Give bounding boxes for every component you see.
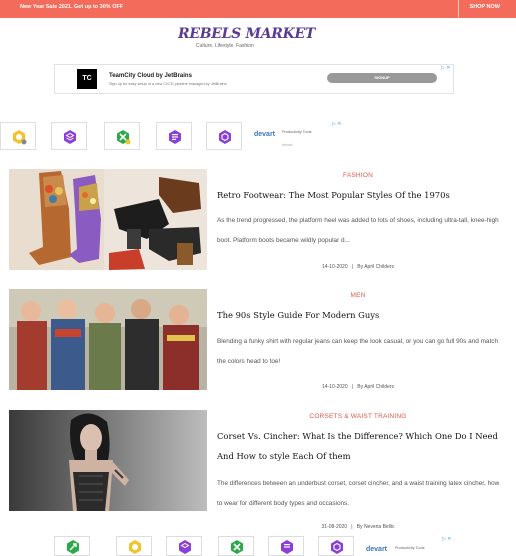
ad-tile[interactable]: [116, 536, 152, 556]
ad-tile[interactable]: [166, 536, 202, 556]
article-excerpt: Blending a funky shirt with regular jean…: [217, 338, 498, 365]
article-date: 14-10-2020: [322, 264, 348, 270]
ad-title: TeamCity Cloud by JetBrains: [109, 73, 192, 79]
article-category[interactable]: MEN: [217, 292, 499, 299]
devart-caption: Productivity Tools: [395, 546, 425, 550]
ad-tile[interactable]: [206, 122, 242, 150]
promo-bar: New Year Sale 2021. Get up to 30% OFF SH…: [0, 0, 516, 18]
devart-subcaption: devart: [282, 143, 293, 147]
adchoices-icon[interactable]: ▷ ✕: [442, 536, 451, 542]
ad-tile[interactable]: [268, 536, 304, 556]
ad-tile[interactable]: [0, 122, 36, 150]
article-date: 14-10-2020: [322, 384, 348, 390]
ad-tile[interactable]: [54, 536, 90, 556]
ad-tile[interactable]: [104, 122, 140, 150]
ad-subtitle: Sign up for easy setup of a new CI/CD pi…: [109, 82, 227, 86]
article-category[interactable]: FASHION: [217, 172, 499, 179]
site-logo[interactable]: REBELS MARKET: [178, 26, 315, 42]
document-stack-icon: [281, 540, 293, 554]
refresh-arrow-icon: [67, 540, 79, 554]
article-author[interactable]: By April Childers: [357, 264, 394, 270]
article-title[interactable]: Retro Footwear: The Most Popular Styles …: [217, 185, 507, 205]
devart-caption: Productivity Tools: [282, 130, 312, 134]
hex-d-icon: [219, 130, 231, 144]
cross-cart-icon: [117, 130, 131, 145]
meta-separator: |: [351, 264, 354, 270]
layers-icon: [64, 130, 76, 144]
article-author[interactable]: By Nevena Bellic: [357, 524, 395, 530]
teamcity-logo-icon: TC: [74, 66, 100, 92]
hex-d-icon: [331, 540, 343, 554]
meta-separator: |: [351, 384, 354, 390]
ad-tile[interactable]: [218, 536, 254, 556]
ad-banner-teamcity[interactable]: TC TeamCity Cloud by JetBrains Sign up f…: [54, 64, 454, 94]
devart-logo: devart: [254, 131, 276, 138]
promo-divider: [458, 0, 459, 18]
site-tagline: Culture. Lifestyle. Fashion: [196, 43, 254, 49]
ad-signup-button[interactable]: SIGNUP: [327, 73, 437, 83]
adchoices-icon[interactable]: ▷ ✕: [332, 121, 341, 127]
config-icon: [129, 540, 141, 554]
cross-cart-icon: [231, 540, 243, 554]
ad-tile[interactable]: [51, 122, 87, 150]
article-thumbnail-90s[interactable]: [9, 289, 207, 390]
article-title[interactable]: The 90s Style Guide For Modern Guys: [217, 305, 507, 325]
article-date: 31-08-2020: [321, 524, 348, 530]
layers-icon: [179, 540, 191, 554]
article-meta: 31-08-2020 | By Nevena Bellic: [217, 524, 499, 530]
article-excerpt: As the trend progressed, the platform he…: [217, 217, 499, 244]
article-category[interactable]: CORSETS & WAIST TRAINING: [217, 413, 499, 420]
article-thumbnail-boots[interactable]: [9, 169, 207, 270]
meta-separator: |: [351, 524, 353, 530]
config-icon: [13, 130, 27, 145]
ad-product-tiles[interactable]: devart Productivity Tools devart ▷ ✕: [0, 121, 345, 150]
article-meta: 14-10-2020 | By April Childers: [217, 384, 499, 390]
article-meta: 14-10-2020 | By April Childers: [217, 264, 499, 270]
ad-tile[interactable]: [156, 122, 192, 150]
devart-logo: devart: [366, 546, 388, 553]
document-stack-icon: [169, 130, 181, 144]
article-author[interactable]: By April Childers: [357, 384, 394, 390]
shop-now-link[interactable]: SHOP NOW: [470, 4, 500, 10]
promo-text[interactable]: New Year Sale 2021. Get up to 30% OFF: [20, 4, 123, 10]
article-title[interactable]: Corset Vs. Cincher: What Is the Differen…: [217, 426, 507, 466]
ad-tile[interactable]: [318, 536, 354, 556]
article-excerpt: The differences between an underbust cor…: [217, 480, 500, 507]
article-thumbnail-corset[interactable]: [9, 410, 207, 511]
adchoices-icon[interactable]: ▷ ✕: [441, 65, 450, 71]
ad-bottom-strip[interactable]: devart Productivity Tools ▷ ✕: [54, 536, 454, 556]
